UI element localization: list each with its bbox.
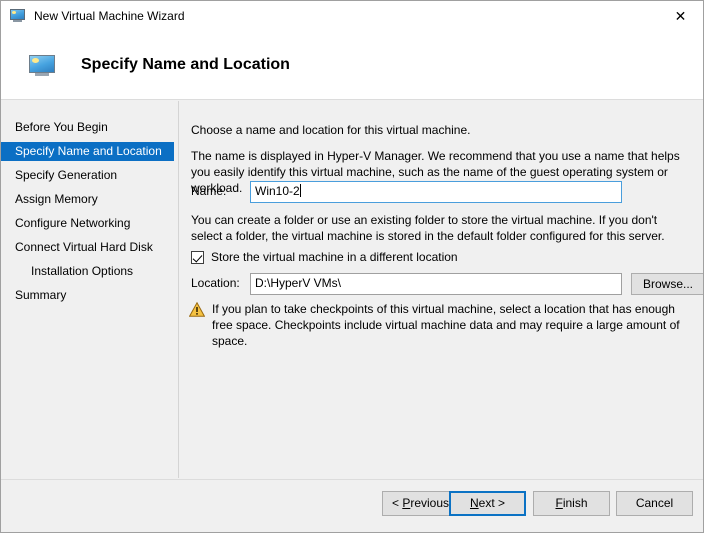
sidebar-item-connect-virtual-hard-disk[interactable]: Connect Virtual Hard Disk [1,238,174,257]
wizard-step-list: Before You Begin Specify Name and Locati… [1,101,179,478]
location-input-value: D:\HyperV VMs\ [255,276,342,290]
wizard-footer: < Previous Next > Finish Cancel [1,479,703,532]
checkbox-checked-icon[interactable] [191,250,204,264]
checkpoint-warning: If you plan to take checkpoints of this … [189,301,695,349]
next-button[interactable]: Next > [449,491,526,516]
virtual-machine-monitor-icon [29,53,55,77]
warning-triangle-icon [189,302,205,317]
finish-button[interactable]: Finish [533,491,610,516]
cancel-button[interactable]: Cancel [616,491,693,516]
sidebar-item-before-you-begin[interactable]: Before You Begin [1,118,174,137]
previous-button-mnemonic: P [402,496,411,510]
sidebar-item-specify-generation[interactable]: Specify Generation [1,166,174,185]
name-label: Name: [191,184,227,198]
window-title: New Virtual Machine Wizard [34,9,185,23]
name-input[interactable]: Win10-2 [250,181,622,203]
new-virtual-machine-wizard-window: New Virtual Machine Wizard ✕ Specify Nam… [0,0,704,533]
finish-button-mnemonic: F [555,496,563,510]
folder-description-text: You can create a folder or use an existi… [191,213,665,243]
name-row: Name: Win10-2 [191,181,691,203]
intro-text: Choose a name and location for this virt… [191,123,471,137]
next-button-mnemonic: N [469,496,479,510]
virtual-machine-monitor-icon [10,9,26,23]
store-in-different-location-checkbox[interactable]: Store the virtual machine in a different… [191,249,458,265]
name-input-value: Win10-2 [255,184,300,198]
text-caret [299,184,301,197]
wizard-content-pane: Choose a name and location for this virt… [180,101,703,478]
wizard-header: Specify Name and Location [1,31,703,100]
page-title: Specify Name and Location [81,56,290,73]
close-icon[interactable]: ✕ [658,1,703,31]
sidebar-item-configure-networking[interactable]: Configure Networking [1,214,174,233]
browse-button[interactable]: Browse... [631,273,703,295]
previous-button[interactable]: < Previous [382,491,459,516]
location-row: Location: D:\HyperV VMs\ Browse... [191,273,703,295]
wizard-body: Before You Begin Specify Name and Locati… [1,101,703,478]
sidebar-item-summary[interactable]: Summary [1,286,174,305]
store-checkbox-label: Store the virtual machine in a different… [211,250,458,264]
sidebar-item-installation-options[interactable]: Installation Options [1,262,174,281]
location-label: Location: [191,276,240,290]
warning-text: If you plan to take checkpoints of this … [212,302,680,348]
sidebar-item-assign-memory[interactable]: Assign Memory [1,190,174,209]
sidebar-item-specify-name-and-location[interactable]: Specify Name and Location [1,142,174,161]
location-input[interactable]: D:\HyperV VMs\ [250,273,622,295]
title-bar: New Virtual Machine Wizard ✕ [1,1,703,31]
